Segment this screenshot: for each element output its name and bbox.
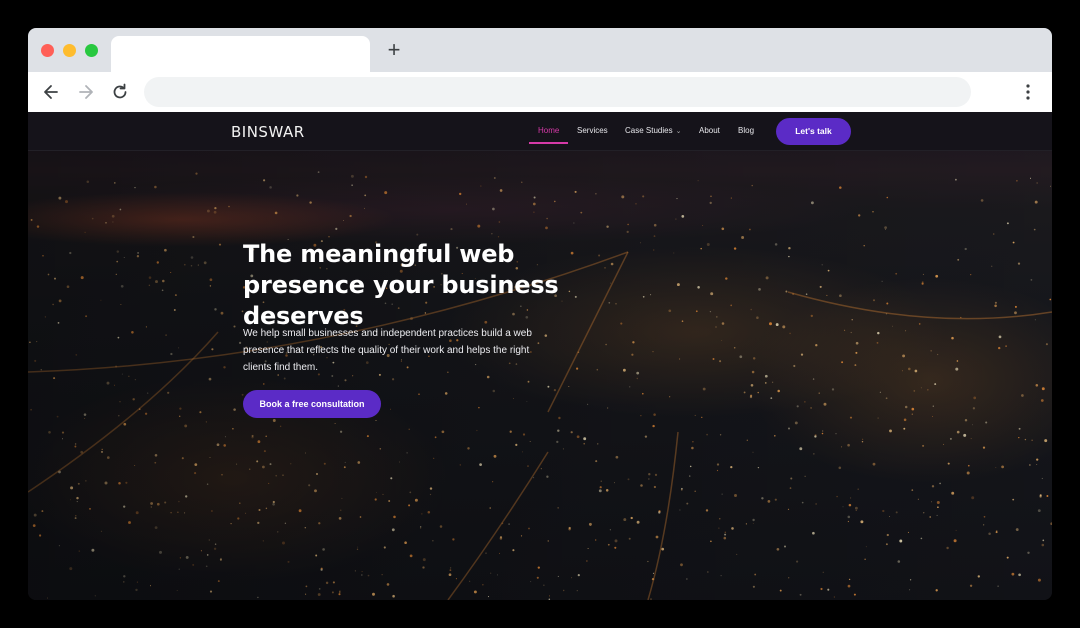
nav-link-about[interactable]: About <box>699 126 720 135</box>
browser-tab[interactable] <box>111 36 370 72</box>
book-consultation-button[interactable]: Book a free consultation <box>243 390 381 418</box>
back-button[interactable] <box>41 82 61 102</box>
tab-strip: + <box>28 28 1052 72</box>
site-navbar: BINSWAR Home Services Case Studies ⌄ Abou… <box>28 112 1052 151</box>
reload-icon <box>113 83 127 99</box>
reload-button[interactable] <box>110 82 130 102</box>
arrow-left-icon <box>44 85 58 99</box>
browser-window: + BINSWAR Home Services Case Studies ⌄ A… <box>28 28 1052 600</box>
minimize-window-button[interactable] <box>63 44 76 57</box>
close-window-button[interactable] <box>41 44 54 57</box>
new-tab-button[interactable]: + <box>384 39 404 61</box>
arrow-right-icon <box>79 85 93 99</box>
hero-headline: The meaningful web presence your busines… <box>243 240 559 330</box>
kebab-menu-icon <box>1026 84 1030 100</box>
nav-link-services[interactable]: Services <box>577 126 608 135</box>
active-nav-indicator <box>529 142 568 144</box>
nav-link-case-studies-label: Case Studies <box>625 126 673 135</box>
website-viewport: BINSWAR Home Services Case Studies ⌄ Abou… <box>28 112 1052 600</box>
site-logo[interactable]: BINSWAR <box>231 123 305 141</box>
nav-link-blog[interactable]: Blog <box>738 126 754 135</box>
forward-button[interactable] <box>76 82 96 102</box>
address-bar[interactable] <box>144 77 971 107</box>
lets-talk-button[interactable]: Let's talk <box>776 118 851 145</box>
chevron-down-icon: ⌄ <box>675 128 682 135</box>
nav-link-home[interactable]: Home <box>538 126 559 135</box>
hero-subtext: We help small businesses and independent… <box>243 328 532 373</box>
browser-menu-button[interactable] <box>1020 82 1036 102</box>
nav-link-case-studies[interactable]: Case Studies ⌄ <box>625 126 681 135</box>
maximize-window-button[interactable] <box>85 44 98 57</box>
browser-toolbar <box>28 72 1052 112</box>
